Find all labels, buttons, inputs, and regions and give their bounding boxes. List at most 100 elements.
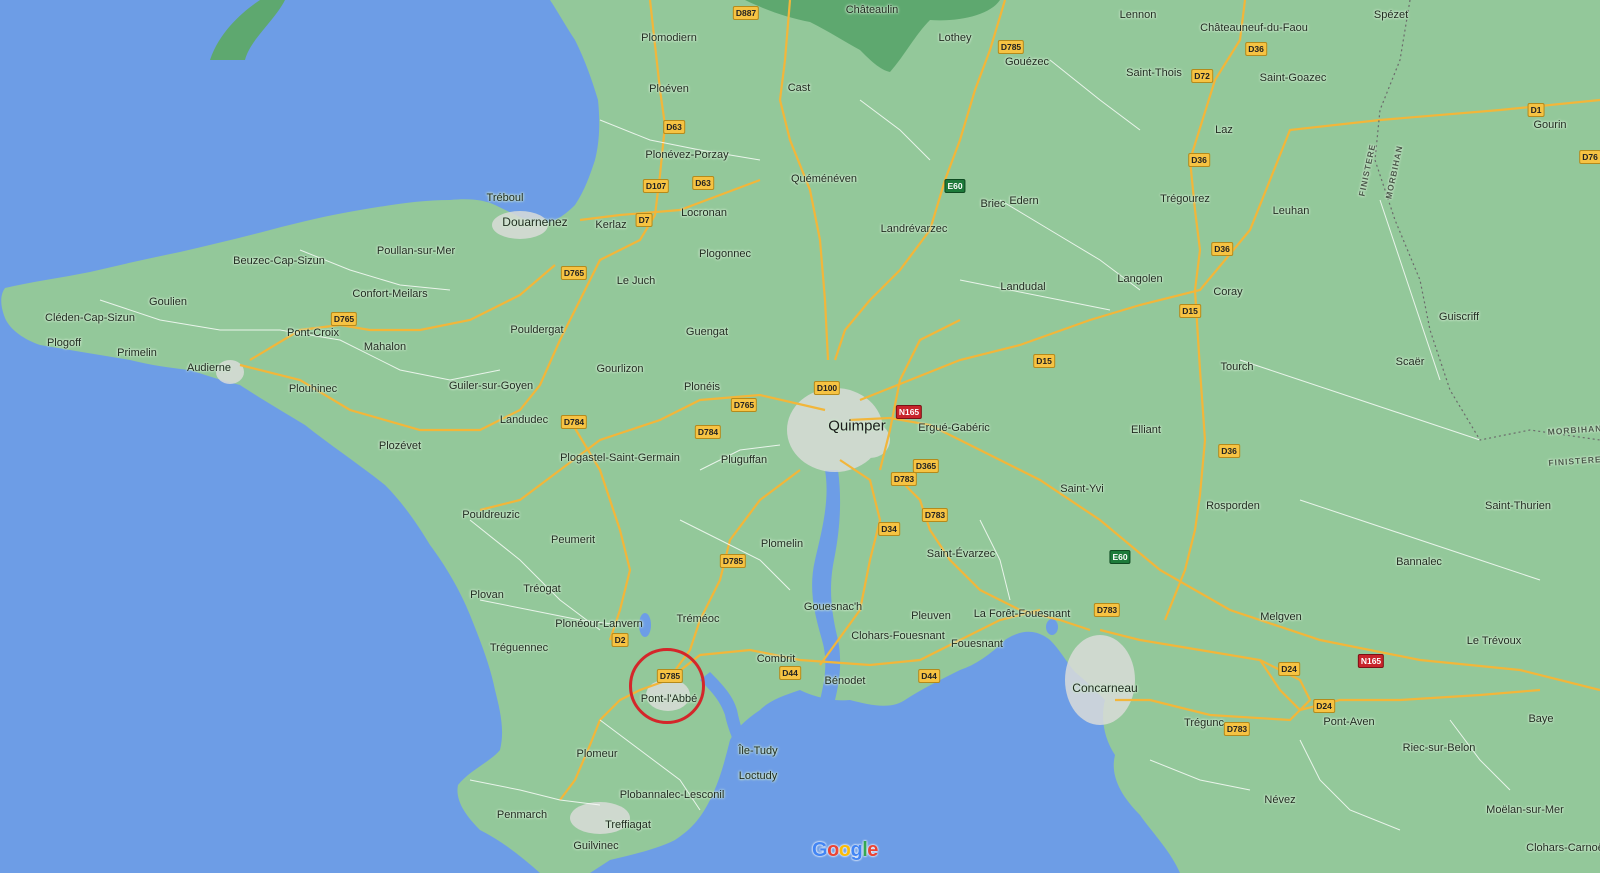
place-label: Châteauneuf-du-Faou [1200,22,1308,34]
place-label: Confort-Meilars [352,288,428,300]
road-shield: D34 [878,522,900,536]
place-label: Tourch [1220,361,1254,373]
road-shield: D15 [1033,354,1055,368]
place-label: Cast [787,82,811,94]
place-label: Saint-Évarzec [926,548,996,560]
place-label: Tréboul [486,192,524,204]
place-label: Tréméoc [676,613,720,625]
road-shield: E60 [944,179,966,193]
place-label: Pluguffan [720,454,768,466]
logo-letter: e [867,839,878,861]
place-label: Île-Tudy [738,745,778,757]
place-label: Plomeur [576,748,618,760]
place-label: Audierne [186,362,232,374]
road-shield: D784 [560,415,588,429]
place-label: Baye [1528,713,1554,725]
place-label: Pont-Aven [1323,716,1375,728]
road-shield: D72 [1191,69,1213,83]
place-label: Rosporden [1206,500,1260,512]
place-label: Gourlizon [596,363,644,375]
place-label: Plovan [470,589,504,601]
place-label: Trégourez [1160,193,1210,205]
road-shield: D36 [1188,153,1210,167]
place-label: Plobannalec-Lesconil [619,789,725,801]
place-label: Plogoff [46,337,82,349]
place-label: Beuzec-Cap-Sizun [233,255,325,267]
road-shield: D44 [918,669,940,683]
place-label: Clohars-Carnoë [1526,842,1600,854]
road-shield: D24 [1313,699,1335,713]
road-shield: D63 [663,120,685,134]
road-shield: D784 [694,425,722,439]
place-label: Spézet [1373,9,1409,21]
road-shield: D24 [1278,662,1300,676]
map-base [0,0,1600,873]
place-label: Kerlaz [595,219,627,231]
place-label: Bénodet [824,675,866,687]
place-label: Coray [1213,286,1243,298]
place-label: Bannalec [1396,556,1442,568]
place-label: Concarneau [1072,681,1138,695]
place-label: Plonévez-Porzay [645,149,729,161]
place-label: Plozévet [378,440,422,452]
road-shield: D785 [997,40,1025,54]
road-shield: D100 [813,381,841,395]
place-label: Guengat [685,326,729,338]
place-label: Saint-Thurien [1484,500,1552,512]
place-label: Saint-Yvi [1060,483,1104,495]
place-label: Plonéis [683,381,721,393]
road-shield: D1 [1527,103,1545,117]
place-label: Fouesnant [951,638,1003,650]
place-label: Cléden-Cap-Sizun [45,312,135,324]
place-label: Plonéour-Lanvern [555,618,643,630]
place-label: Plomodiern [641,32,697,44]
place-label: Le Trévoux [1466,635,1522,647]
map-view[interactable]: Châteaulin Lennon Spézet Châteauneuf-du-… [0,0,1600,873]
road-shield: D783 [1223,722,1251,736]
place-label: Plouhinec [288,383,338,395]
highlight-circle [629,648,705,724]
place-label: Guiler-sur-Goyen [448,380,534,392]
place-label: Gouézec [1004,56,1050,68]
road-shield: D765 [560,266,588,280]
road-shield: D887 [732,6,760,20]
place-label-quimper: Quimper [828,417,886,435]
place-label: Moëlan-sur-Mer [1486,804,1564,816]
place-label: Tréguennec [489,642,549,654]
place-label: Plogonnec [699,248,751,260]
road-shield: D783 [890,472,918,486]
place-label: Lothey [938,32,972,44]
google-logo: Google [812,839,878,862]
road-shield: D63 [692,176,714,190]
place-label: Langolen [1117,273,1163,285]
place-label: Le Juch [616,275,656,287]
place-label: Laz [1215,124,1233,136]
place-label: Goulien [149,296,187,308]
road-shield: D765 [330,312,358,326]
place-label: Guiscriff [1438,311,1480,323]
place-label: Combrit [756,653,796,665]
road-shield: D36 [1218,444,1240,458]
road-shield: D2 [611,633,629,647]
place-label: Châteaulin [845,4,899,16]
place-label: Clohars-Fouesnant [851,630,945,642]
road-shield: D785 [719,554,747,568]
place-label: Douarnenez [502,215,568,229]
place-label: Leuhan [1272,205,1310,217]
place-label: Tréogat [523,583,561,595]
road-shield: N165 [895,405,923,419]
place-label: Guilvinec [573,840,619,852]
place-label: La Forêt-Fouesnant [973,608,1071,620]
place-label: Pouldergat [510,324,564,336]
place-label: Trégunc [1184,717,1224,729]
road-shield: D7 [635,213,653,227]
road-shield: D107 [642,179,670,193]
road-shield: D365 [912,459,940,473]
place-label: Landudec [499,414,549,426]
place-label: Ergué-Gabéric [918,422,990,434]
place-label: Névez [1264,794,1296,806]
place-label: Elliant [1131,424,1161,436]
place-label: Melgven [1260,611,1302,623]
road-shield: D783 [1093,603,1121,617]
place-label: Landudal [1000,281,1046,293]
